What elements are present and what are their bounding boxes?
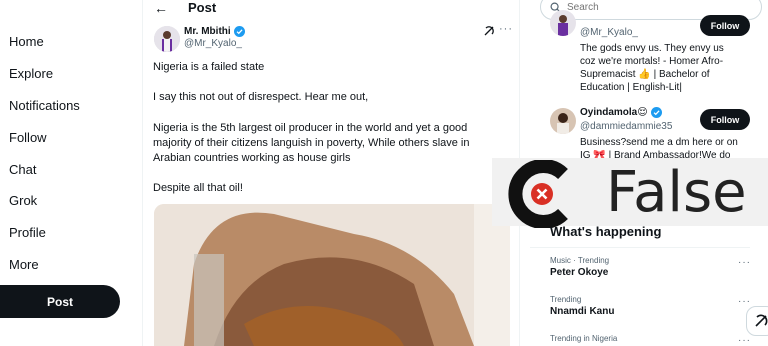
- follow-button[interactable]: Follow: [700, 109, 750, 130]
- avatar[interactable]: [550, 108, 576, 134]
- left-nav: Home Explore Notifications Follow Chat G…: [0, 0, 142, 346]
- nav-item-follow[interactable]: Follow: [9, 130, 47, 145]
- more-options-icon[interactable]: ···: [738, 257, 751, 268]
- grok-chat-button[interactable]: [746, 306, 768, 336]
- follow-button[interactable]: Follow: [700, 15, 750, 36]
- tweet-text-line-4: Despite all that oil!: [153, 182, 243, 194]
- nav-item-profile[interactable]: Profile: [9, 225, 46, 240]
- nav-item-notifications[interactable]: Notifications: [9, 98, 80, 113]
- author-name[interactable]: Mr. Mbithi: [184, 26, 245, 37]
- post-button[interactable]: Post: [0, 285, 120, 318]
- fact-check-verdict: False: [606, 160, 747, 225]
- follow-suggestion-name-text[interactable]: Oyindamola😌: [580, 107, 648, 118]
- trend-context: Trending: [550, 295, 582, 304]
- grok-icon[interactable]: [483, 25, 495, 40]
- main-column: ← Post Mr. Mbithi @Mr_Kyalo_ ··· Nigeria…: [142, 0, 520, 346]
- verified-badge-icon: [650, 107, 662, 118]
- arrow-left-icon[interactable]: ←: [154, 0, 168, 16]
- follow-suggestion-name[interactable]: Oyindamola😌: [580, 107, 662, 118]
- trend-name[interactable]: Nnamdi Kanu: [550, 306, 614, 317]
- nav-item-grok[interactable]: Grok: [9, 193, 37, 208]
- tweet-text-line-1: Nigeria is a failed state: [153, 61, 265, 73]
- nav-item-explore[interactable]: Explore: [9, 66, 53, 81]
- author-name-text[interactable]: Mr. Mbithi: [184, 26, 231, 37]
- tweet-text-line-2: I say this not out of disrespect. Hear m…: [153, 91, 369, 103]
- nav-item-more[interactable]: More: [9, 257, 39, 272]
- trend-context: Trending in Nigeria: [550, 334, 618, 343]
- trend-name[interactable]: Peter Okoye: [550, 267, 608, 278]
- trend-context: Music · Trending: [550, 256, 610, 265]
- nav-item-home[interactable]: Home: [9, 34, 44, 49]
- fact-check-logo-icon: [505, 159, 575, 229]
- tweet-media-image[interactable]: [154, 204, 510, 346]
- verified-badge-icon: [233, 26, 245, 37]
- nav-item-chat[interactable]: Chat: [9, 162, 36, 177]
- avatar[interactable]: [550, 10, 576, 36]
- more-options-icon[interactable]: ···: [738, 335, 751, 346]
- whats-happening-heading: What's happening: [550, 224, 662, 239]
- avatar[interactable]: [154, 26, 180, 52]
- grok-icon: [755, 314, 768, 327]
- page-title: Post: [188, 0, 217, 15]
- tweet-text-line-3: Nigeria is the 5th largest oil producer …: [153, 122, 470, 164]
- search-input[interactable]: [567, 1, 747, 13]
- author-handle[interactable]: @Mr_Kyalo_: [184, 38, 242, 49]
- more-options-icon[interactable]: ···: [738, 296, 751, 307]
- follow-suggestion-bio: The gods envy us. They envy us coz we're…: [580, 43, 724, 93]
- follow-suggestion-handle[interactable]: @dammiedammie35: [580, 121, 672, 132]
- divider: [530, 247, 750, 248]
- follow-suggestion-handle[interactable]: @Mr_Kyalo_: [580, 27, 638, 38]
- more-options-icon[interactable]: ···: [499, 23, 513, 35]
